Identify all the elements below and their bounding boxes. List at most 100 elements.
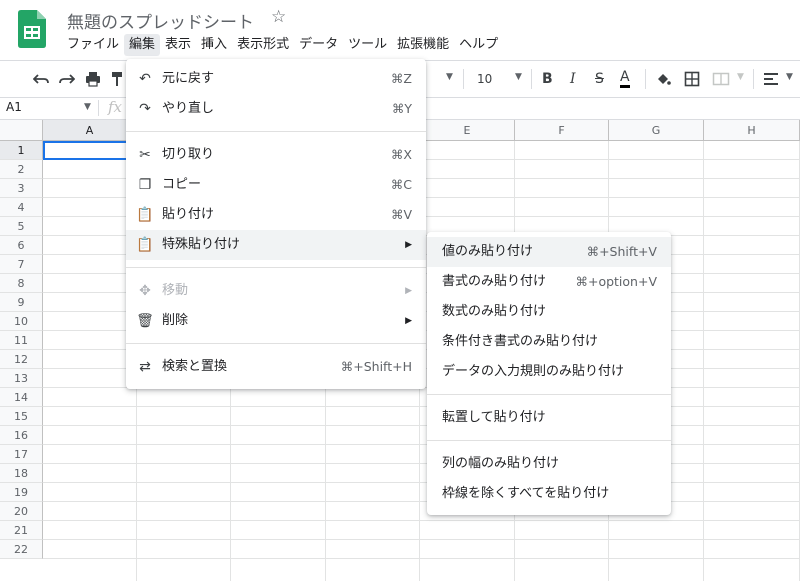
borders-icon[interactable]	[684, 71, 700, 87]
menu-help[interactable]: ヘルプ	[454, 34, 503, 56]
name-box[interactable]: A1	[6, 100, 22, 114]
menu-item-paste-all-except-borders[interactable]: 枠線を除くすべてを貼り付け	[427, 479, 671, 509]
menu-extensions[interactable]: 拡張機能	[392, 34, 454, 56]
column-header[interactable]: F	[515, 120, 609, 141]
row-header[interactable]: 8	[0, 274, 43, 293]
column-header[interactable]: H	[704, 120, 800, 141]
row-header[interactable]: 13	[0, 369, 43, 388]
menu-item-label: コピー	[162, 177, 202, 192]
menu-divider	[126, 343, 426, 344]
row-header[interactable]: 22	[0, 540, 43, 559]
menu-insert[interactable]: 挿入	[196, 34, 232, 56]
menu-item-label: 列の幅のみ貼り付け	[442, 456, 560, 471]
bold-button[interactable]: B	[542, 70, 553, 88]
menu-item-paste-formula-only[interactable]: 数式のみ貼り付け	[427, 297, 671, 327]
row-header[interactable]: 16	[0, 426, 43, 445]
menu-item-paste-values-only[interactable]: 値のみ貼り付け ⌘+Shift+V	[427, 237, 671, 267]
font-caret-icon[interactable]: ▼	[446, 72, 453, 82]
menu-item-undo[interactable]: ↶ 元に戻す ⌘Z	[126, 64, 426, 94]
align-left-icon[interactable]	[763, 72, 779, 86]
menu-item-label: やり直し	[162, 101, 215, 116]
select-all-corner[interactable]	[0, 120, 43, 141]
menu-item-label: 書式のみ貼り付け	[442, 274, 547, 289]
menu-item-paste-special[interactable]: 📋 特殊貼り付け ▶	[126, 230, 426, 260]
grid-line	[43, 482, 800, 483]
column-header[interactable]: E	[420, 120, 515, 141]
row-header[interactable]: 21	[0, 521, 43, 540]
align-caret-icon[interactable]: ▼	[786, 72, 793, 82]
font-size-caret-icon[interactable]: ▼	[515, 72, 522, 82]
column-header[interactable]: G	[609, 120, 704, 141]
row-header[interactable]: 12	[0, 350, 43, 369]
menu-item-label: 移動	[162, 283, 189, 298]
menu-item-label: 特殊貼り付け	[162, 237, 241, 252]
toolbar-separator	[753, 69, 754, 89]
italic-button[interactable]: I	[570, 70, 576, 88]
menu-item-find-replace[interactable]: ⇄ 検索と置換 ⌘+Shift+H	[126, 352, 426, 382]
grid-line	[43, 406, 800, 407]
menu-item-copy[interactable]: ❐ コピー ⌘C	[126, 170, 426, 200]
menu-item-paste-conditional-format[interactable]: 条件付き書式のみ貼り付け	[427, 327, 671, 357]
menu-file[interactable]: ファイル	[62, 34, 124, 56]
menu-item-move[interactable]: ✥ 移動 ▶	[126, 276, 426, 306]
paint-format-icon[interactable]	[111, 71, 123, 87]
selected-cell[interactable]	[43, 141, 137, 160]
strikethrough-button[interactable]: S	[595, 70, 604, 88]
row-header[interactable]: 19	[0, 483, 43, 502]
row-header[interactable]: 4	[0, 198, 43, 217]
row-header[interactable]: 14	[0, 388, 43, 407]
row-header[interactable]: 15	[0, 407, 43, 426]
menu-item-delete[interactable]: 🗑 削除 ▶	[126, 306, 426, 336]
edit-menu: ↶ 元に戻す ⌘Z ↷ やり直し ⌘Y ✂ 切り取り ⌘X ❐ コピー ⌘C 📋…	[126, 59, 426, 389]
fill-color-icon[interactable]	[655, 71, 671, 87]
menu-item-label: 枠線を除くすべてを貼り付け	[442, 486, 610, 501]
sheets-logo-icon[interactable]	[18, 10, 46, 48]
redo-icon[interactable]	[59, 72, 75, 86]
menu-data[interactable]: データ	[294, 34, 343, 56]
merge-cells-icon[interactable]	[712, 71, 730, 87]
column-header[interactable]: A	[43, 120, 137, 141]
row-header[interactable]: 1	[0, 141, 43, 160]
row-header[interactable]: 20	[0, 502, 43, 521]
row-header[interactable]: 9	[0, 293, 43, 312]
menu-edit[interactable]: 編集	[124, 34, 161, 56]
menu-item-paste[interactable]: 📋 貼り付け ⌘V	[126, 200, 426, 230]
menu-view[interactable]: 表示	[160, 34, 196, 56]
shortcut-label: ⌘+Shift+H	[340, 359, 412, 374]
menu-item-paste-column-width[interactable]: 列の幅のみ貼り付け	[427, 449, 671, 479]
row-header[interactable]: 11	[0, 331, 43, 350]
name-box-caret-icon[interactable]: ▼	[84, 102, 91, 112]
font-size-select[interactable]: 10	[477, 70, 492, 88]
paste-special-submenu: 値のみ貼り付け ⌘+Shift+V 書式のみ貼り付け ⌘+option+V 数式…	[427, 232, 671, 515]
star-icon[interactable]: ☆	[271, 7, 286, 27]
menu-item-paste-format-only[interactable]: 書式のみ貼り付け ⌘+option+V	[427, 267, 671, 297]
find-replace-icon: ⇄	[139, 359, 151, 375]
grid-line	[43, 463, 800, 464]
undo-icon[interactable]	[33, 72, 49, 86]
row-header[interactable]: 5	[0, 217, 43, 236]
menu-item-cut[interactable]: ✂ 切り取り ⌘X	[126, 140, 426, 170]
row-header[interactable]: 3	[0, 179, 43, 198]
submenu-arrow-icon: ▶	[405, 240, 412, 250]
row-header[interactable]: 6	[0, 236, 43, 255]
document-title[interactable]: 無題のスプレッドシート	[67, 8, 254, 33]
shortcut-label: ⌘V	[390, 207, 412, 222]
row-header[interactable]: 17	[0, 445, 43, 464]
fx-icon: fx	[108, 98, 123, 116]
print-icon[interactable]	[85, 71, 101, 87]
shortcut-label: ⌘Z	[390, 71, 412, 86]
menu-format[interactable]: 表示形式	[232, 34, 294, 56]
menu-item-paste-data-validation[interactable]: データの入力規則のみ貼り付け	[427, 357, 671, 387]
row-header[interactable]: 10	[0, 312, 43, 331]
merge-caret-icon[interactable]: ▼	[737, 72, 744, 82]
clipboard-icon: 📋	[136, 207, 154, 223]
row-header[interactable]: 2	[0, 160, 43, 179]
text-color-button[interactable]: A	[620, 70, 630, 88]
menu-item-redo[interactable]: ↷ やり直し ⌘Y	[126, 94, 426, 124]
row-header[interactable]: 18	[0, 464, 43, 483]
menu-item-paste-transposed[interactable]: 転置して貼り付け	[427, 403, 671, 433]
menu-tools[interactable]: ツール	[343, 34, 392, 56]
row-header[interactable]: 7	[0, 255, 43, 274]
menu-divider	[126, 131, 426, 132]
submenu-arrow-icon: ▶	[405, 316, 412, 326]
